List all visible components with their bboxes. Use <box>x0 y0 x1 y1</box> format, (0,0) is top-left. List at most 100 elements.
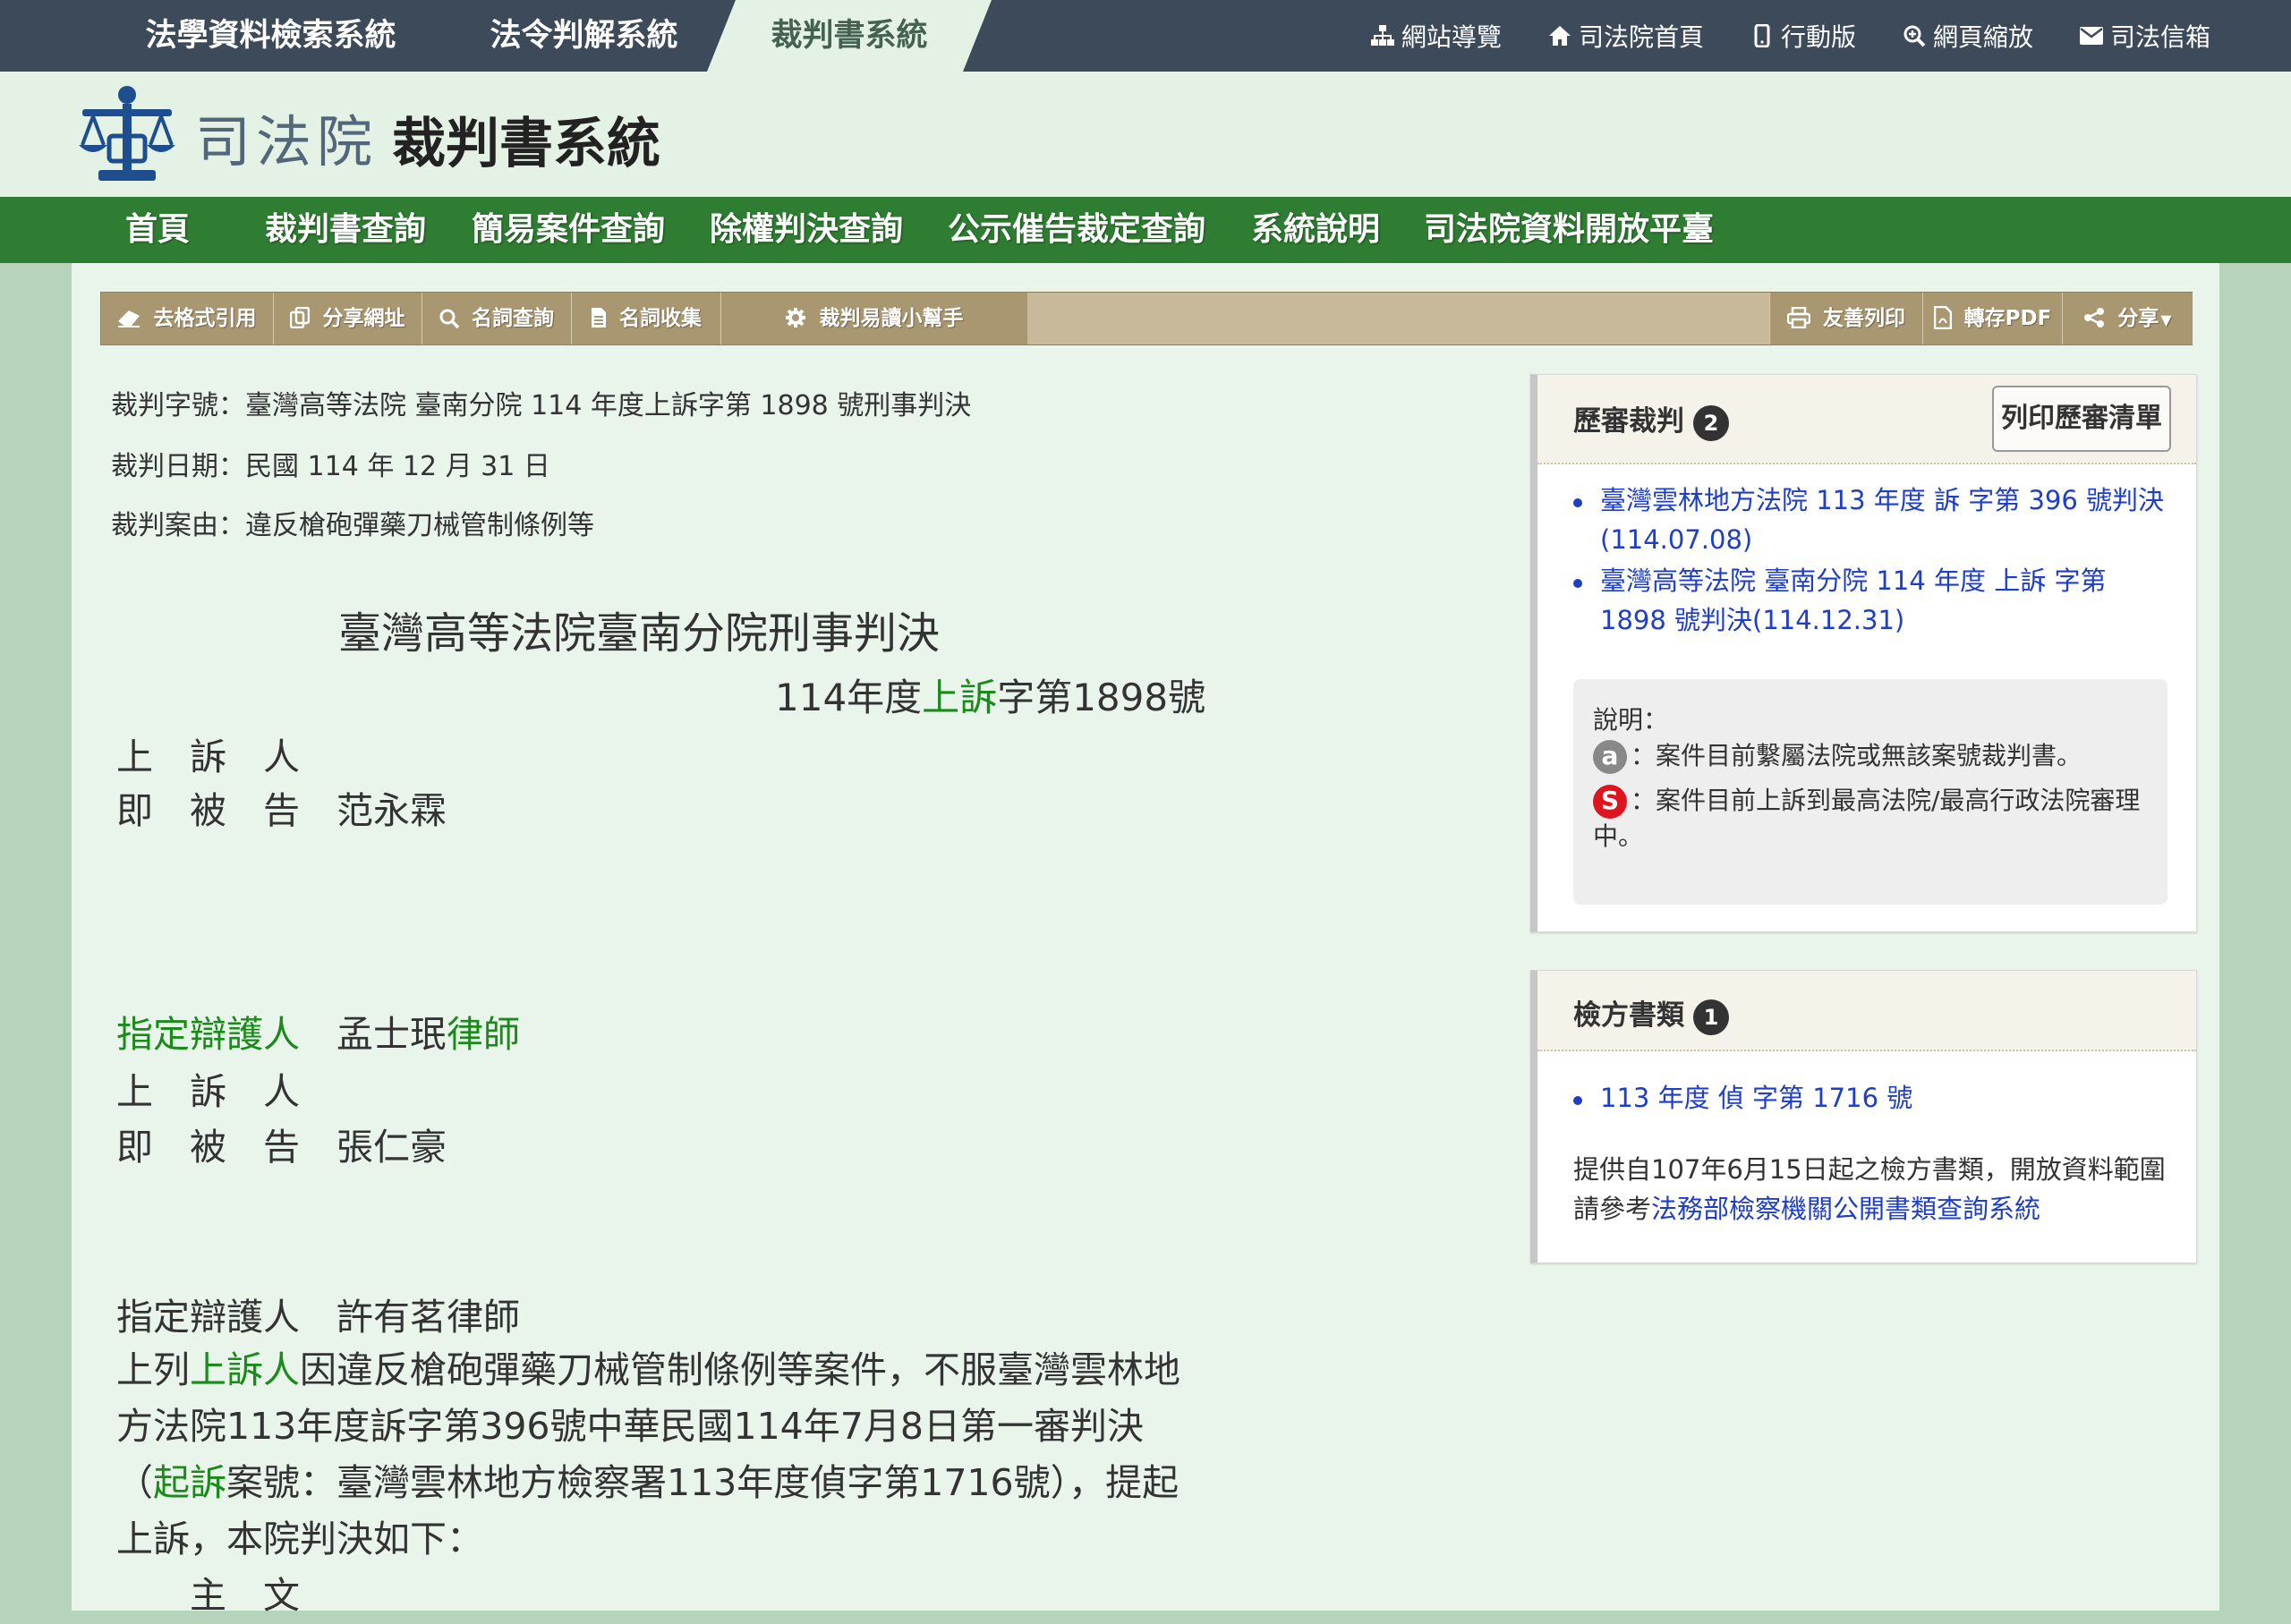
print-friendly-button[interactable]: 友善列印 <box>1769 293 1922 344</box>
reading-helper-label: 裁判易讀小幫手 <box>819 307 964 330</box>
defender-name: 孟士珉 <box>336 1013 447 1056</box>
judicial-scale-logo[interactable] <box>79 82 175 188</box>
share-icon <box>2083 307 2112 330</box>
judgment-title: 臺灣高等法院臺南分院刑事判決 <box>338 608 941 659</box>
zoom-icon <box>1901 24 1928 47</box>
intro-text: 上列 <box>116 1348 190 1391</box>
nav-home[interactable]: 首頁 <box>125 197 190 263</box>
defendant-name: 范永霖 <box>336 789 447 832</box>
appellant-term-link[interactable]: 上訴人 <box>190 1348 300 1391</box>
unformatted-cite-button[interactable]: 去格式引用 <box>101 293 274 344</box>
nav-system-guide[interactable]: 系統說明 <box>1251 197 1380 263</box>
reading-helper-button[interactable]: 裁判易讀小幫手 <box>721 293 1027 344</box>
defendant-role-label: 即 被 告 <box>116 789 300 832</box>
legend-label: 說明： <box>1593 705 1669 735</box>
judgment-toolbar: 去格式引用 分享網址 名詞查詢 名詞收集 裁判易讀小幫手 友善列印 轉存PDF … <box>100 292 2193 345</box>
judgment-date: 裁判日期：民國 114 年 12 月 31 日 <box>111 451 550 482</box>
judicial-mailbox-label: 司法信箱 <box>2109 22 2210 52</box>
copy-icon <box>290 306 317 330</box>
site-map-label: 網站導覽 <box>1401 22 1502 52</box>
legend-supreme-text: ：案件目前上訴到最高法院/最高行政法院審理中。 <box>1593 786 2141 851</box>
case-number: 裁判字號：臺灣高等法院 臺南分院 114 年度上訴字第 1898 號刑事判決 <box>111 390 972 421</box>
mobile-version-link[interactable]: 行動版 <box>1749 18 1856 54</box>
sitemap-icon <box>1369 25 1396 47</box>
history-item-link[interactable]: 臺灣高等法院 臺南分院 114 年度 上訴 字第 1898 號判決(114.12… <box>1600 561 2173 640</box>
s-badge-icon: S <box>1593 785 1627 819</box>
save-pdf-label: 轉存PDF <box>1963 307 2052 330</box>
org-name: 司法院 <box>195 109 379 174</box>
print-history-button[interactable]: 列印歷審清單 <box>1992 386 2171 452</box>
judgment-intro-paragraph: 上列上訴人因違反槍砲彈藥刀械管制條例等案件，不服臺灣雲林地方法院113年度訴字第… <box>116 1342 1181 1624</box>
defendant-name: 張仁豪 <box>336 1126 447 1169</box>
tab-regulations[interactable]: 法令判解系統 <box>456 0 711 72</box>
party-role-appellant: 上 訴 人 <box>116 1070 300 1113</box>
lawyer-term-link[interactable]: 律師 <box>447 1013 520 1056</box>
party-role-appellant: 上 訴 人 <box>116 735 300 778</box>
home-icon <box>1546 25 1573 47</box>
envelope-icon <box>2078 26 2105 46</box>
nav-judgment-search[interactable]: 裁判書查詢 <box>265 197 426 263</box>
term-search-label: 名詞查詢 <box>472 307 554 330</box>
share-url-button[interactable]: 分享網址 <box>274 293 422 344</box>
intro-text: 案號：臺灣雲林地方檢察署113年度偵字第1716號），提起上訴，本院判決如下： <box>116 1461 1180 1560</box>
site-header: 司法院 裁判書系統 <box>0 72 2291 197</box>
prosecutor-count-badge: 1 <box>1693 999 1729 1035</box>
history-box-header: 歷審裁判 2 列印歷審清單 <box>1537 375 2196 464</box>
nav-simple-case-search[interactable]: 簡易案件查詢 <box>472 197 665 263</box>
page-zoom-link[interactable]: 網頁縮放 <box>1901 18 2033 54</box>
tab-judgments[interactable]: 裁判書系統 <box>707 0 992 72</box>
print-icon <box>1786 306 1818 330</box>
share-button[interactable]: 分享 ▼ <box>2062 293 2193 344</box>
system-name: 裁判書系統 <box>392 113 660 175</box>
main-nav: 首頁 裁判書查詢 簡易案件查詢 除權判決查詢 公示催告裁定查詢 系統說明 司法院… <box>0 197 2291 263</box>
unformatted-cite-label: 去格式引用 <box>153 307 257 330</box>
history-legend: 說明： a ：案件目前繫屬法院或無該案號裁判書。 S ：案件目前上訴到最高法院/最高… <box>1573 679 2168 905</box>
prosecutor-box-title: 檢方書類 1 <box>1573 992 1729 1035</box>
prosecutor-item-link[interactable]: 113 年度 偵 字第 1716 號 <box>1600 1078 1912 1118</box>
nav-exclusion-judgment-search[interactable]: 除權判決查詢 <box>710 197 903 263</box>
share-url-label: 分享網址 <box>322 307 405 330</box>
term-search-button[interactable]: 名詞查詢 <box>422 293 572 344</box>
history-title-text: 歷審裁判 <box>1573 405 1684 438</box>
search-icon <box>439 307 466 330</box>
bullet-icon <box>1573 498 1582 507</box>
nav-open-data-platform[interactable]: 司法院資料開放平臺 <box>1424 197 1714 263</box>
prosecutor-title-text: 檢方書類 <box>1573 999 1684 1032</box>
bullet-icon <box>1573 579 1582 588</box>
print-friendly-label: 友善列印 <box>1823 307 1905 330</box>
term-collect-label: 名詞收集 <box>619 307 702 330</box>
legend-row-pending: a ：案件目前繫屬法院或無該案號裁判書。 <box>1593 738 2148 774</box>
mobile-icon <box>1749 24 1776 47</box>
judgment-cause: 裁判案由：違反槍砲彈藥刀械管制條例等 <box>111 510 594 541</box>
page-zoom-label: 網頁縮放 <box>1932 22 2033 52</box>
tab-law-database[interactable]: 法學資料檢索系統 <box>116 0 425 72</box>
caret-down-icon: ▼ <box>2160 311 2172 328</box>
top-links: 網站導覽 司法院首頁 行動版 網頁縮放 司法信箱 <box>1324 0 2210 72</box>
history-judgments-box: 歷審裁判 2 列印歷審清單 臺灣雲林地方法院 113 年度 訴 字第 396 號判… <box>1530 374 2197 932</box>
mobile-version-label: 行動版 <box>1780 22 1856 52</box>
judicial-home-link[interactable]: 司法院首頁 <box>1546 18 1704 54</box>
prosecutor-documents-box: 檢方書類 1 113 年度 偵 字第 1716 號 提供自107年6月15日起之檢… <box>1530 970 2197 1263</box>
prosecutor-system-link[interactable]: 法務部檢察機關公開書類查詢系統 <box>1651 1194 2040 1224</box>
legend-pending-text: ：案件目前繫屬法院或無該案號裁判書。 <box>1631 741 2082 770</box>
appointed-defender-line: 指定辯護人 許有茗律師 <box>116 1296 520 1339</box>
judicial-mailbox-link[interactable]: 司法信箱 <box>2078 18 2210 54</box>
prosecutor-note: 提供自107年6月15日起之檢方書類，開放資料範圍請參考法務部檢察機關公開書類查… <box>1573 1150 2182 1229</box>
appointed-defender-term-link[interactable]: 指定辯護人 <box>116 1013 300 1056</box>
site-map-link[interactable]: 網站導覽 <box>1369 18 1502 54</box>
party-role-defendant: 即 被 告 范永霖 <box>116 780 447 834</box>
share-label: 分享 <box>2117 307 2159 330</box>
bullet-icon <box>1573 1096 1582 1105</box>
indictment-term-link[interactable]: 起訴 <box>153 1461 226 1504</box>
case-year: 114年度 <box>775 676 923 719</box>
term-collect-button[interactable]: 名詞收集 <box>572 293 721 344</box>
history-count-badge: 2 <box>1693 404 1729 441</box>
party-role-defendant: 即 被 告 張仁豪 <box>116 1117 447 1170</box>
appeal-term-link[interactable]: 上訴 <box>922 676 997 719</box>
pdf-icon <box>1933 305 1959 330</box>
nav-public-notice-search[interactable]: 公示催告裁定查詢 <box>948 197 1205 263</box>
history-item-link[interactable]: 臺灣雲林地方法院 113 年度 訴 字第 396 號判決(114.07.08) <box>1600 480 2173 559</box>
save-pdf-button[interactable]: 轉存PDF <box>1922 293 2062 344</box>
defendant-role-label: 即 被 告 <box>116 1126 300 1169</box>
top-bar: 法學資料檢索系統 法令判解系統 裁判書系統 網站導覽 司法院首頁 行動版 網頁縮… <box>0 0 2291 72</box>
